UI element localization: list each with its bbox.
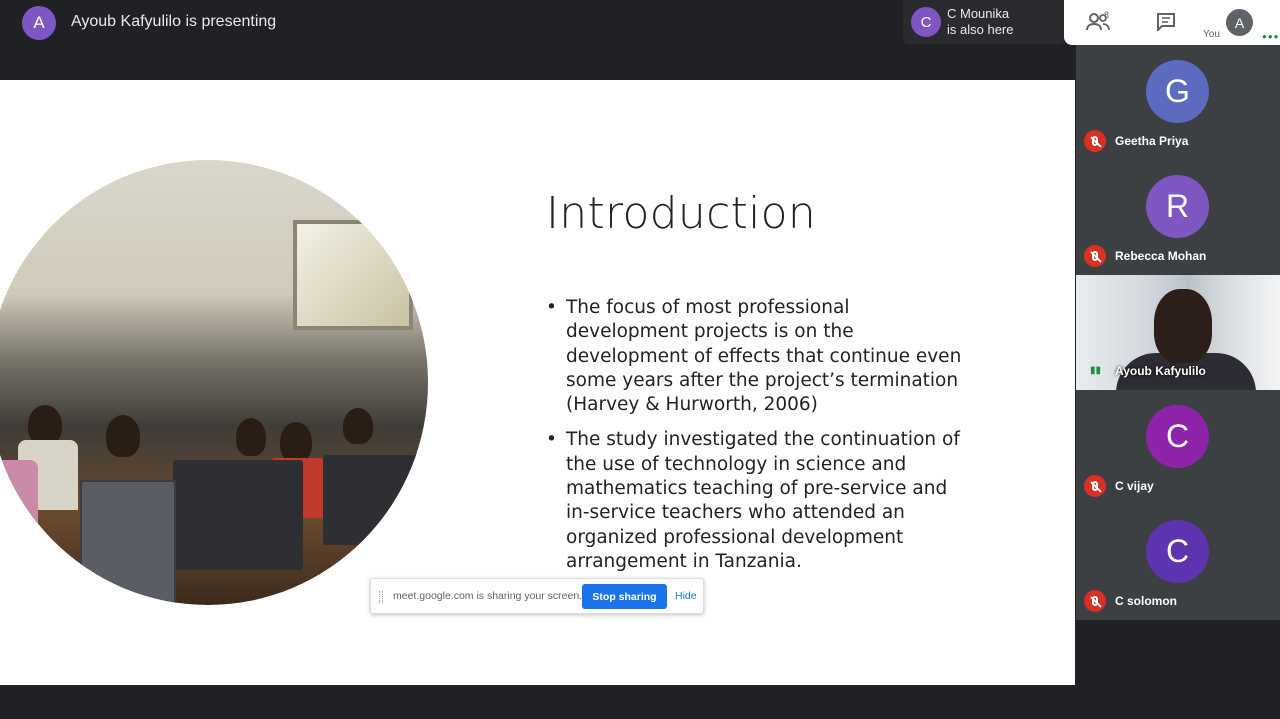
also-here-name: C Mounika	[947, 6, 1010, 21]
more-options-icon[interactable]: ●●●	[1262, 32, 1280, 41]
mic-off-icon	[1084, 130, 1106, 152]
photo-shirt	[0, 460, 38, 570]
participant-tile[interactable]: G Geetha Priya	[1076, 45, 1280, 160]
mic-off-icon	[1084, 475, 1106, 497]
drag-handle-icon[interactable]	[379, 591, 383, 603]
participant-avatar: C	[1146, 405, 1209, 468]
bullet-item: The study investigated the continuation …	[546, 428, 971, 574]
photo-window	[293, 220, 413, 330]
classroom-photo	[0, 160, 428, 605]
participant-name: Geetha Priya	[1115, 134, 1189, 148]
participant-name: Rebecca Mohan	[1115, 249, 1207, 263]
participant-name: C solomon	[1115, 594, 1177, 608]
participant-video-tile[interactable]: ▮▮ Ayoub Kafyulilo	[1076, 275, 1280, 390]
mic-off-icon	[1084, 590, 1106, 612]
hide-button[interactable]: Hide	[675, 590, 697, 602]
participant-name: Ayoub Kafyulilo	[1115, 364, 1206, 378]
speaking-indicator-icon: ▮▮	[1090, 365, 1102, 376]
self-avatar[interactable]: A	[1226, 9, 1253, 36]
participant-tile[interactable]: C C solomon	[1076, 505, 1280, 620]
chat-icon[interactable]	[1156, 13, 1176, 31]
photo-person	[280, 422, 312, 462]
photo-person	[343, 408, 373, 444]
you-label: You	[1203, 29, 1220, 40]
share-message: meet.google.com is sharing your screen.	[393, 590, 583, 602]
participant-avatar: G	[1146, 60, 1209, 123]
mic-off-icon	[1084, 245, 1106, 267]
also-here-avatar: C	[911, 7, 941, 37]
presenting-banner: Ayoub Kafyulilo is presenting	[71, 13, 277, 30]
photo-computer-tower	[80, 480, 176, 605]
photo-monitor	[323, 455, 423, 545]
participant-name: C vijay	[1115, 479, 1154, 493]
also-here-label: C Mounika is also here	[947, 6, 1013, 38]
slide-bullets: The focus of most professional developme…	[546, 296, 971, 585]
participant-tile[interactable]: C C vijay	[1076, 390, 1280, 505]
bullet-item: The focus of most professional developme…	[546, 296, 971, 417]
participant-tile[interactable]: R Rebecca Mohan	[1076, 160, 1280, 275]
photo-person	[106, 415, 140, 457]
video-person-head	[1154, 289, 1212, 363]
participant-sidebar: G Geetha Priya R Rebecca Mohan ▮▮ Ayoub …	[1076, 45, 1280, 621]
people-count: 8	[1104, 10, 1110, 20]
also-here-card[interactable]: C C Mounika is also here	[903, 0, 1065, 44]
participant-avatar: R	[1146, 175, 1209, 238]
participant-avatar: C	[1146, 520, 1209, 583]
presenter-avatar: A	[22, 6, 56, 40]
photo-person	[28, 405, 62, 445]
bottom-bar	[0, 685, 1075, 719]
slide-title: Introduction	[546, 188, 817, 239]
photo-monitor	[173, 460, 303, 570]
photo-person	[236, 418, 266, 456]
also-here-text: is also here	[947, 22, 1014, 37]
screen-share-bar: meet.google.com is sharing your screen. …	[370, 578, 704, 614]
stop-sharing-button[interactable]: Stop sharing	[582, 584, 667, 609]
